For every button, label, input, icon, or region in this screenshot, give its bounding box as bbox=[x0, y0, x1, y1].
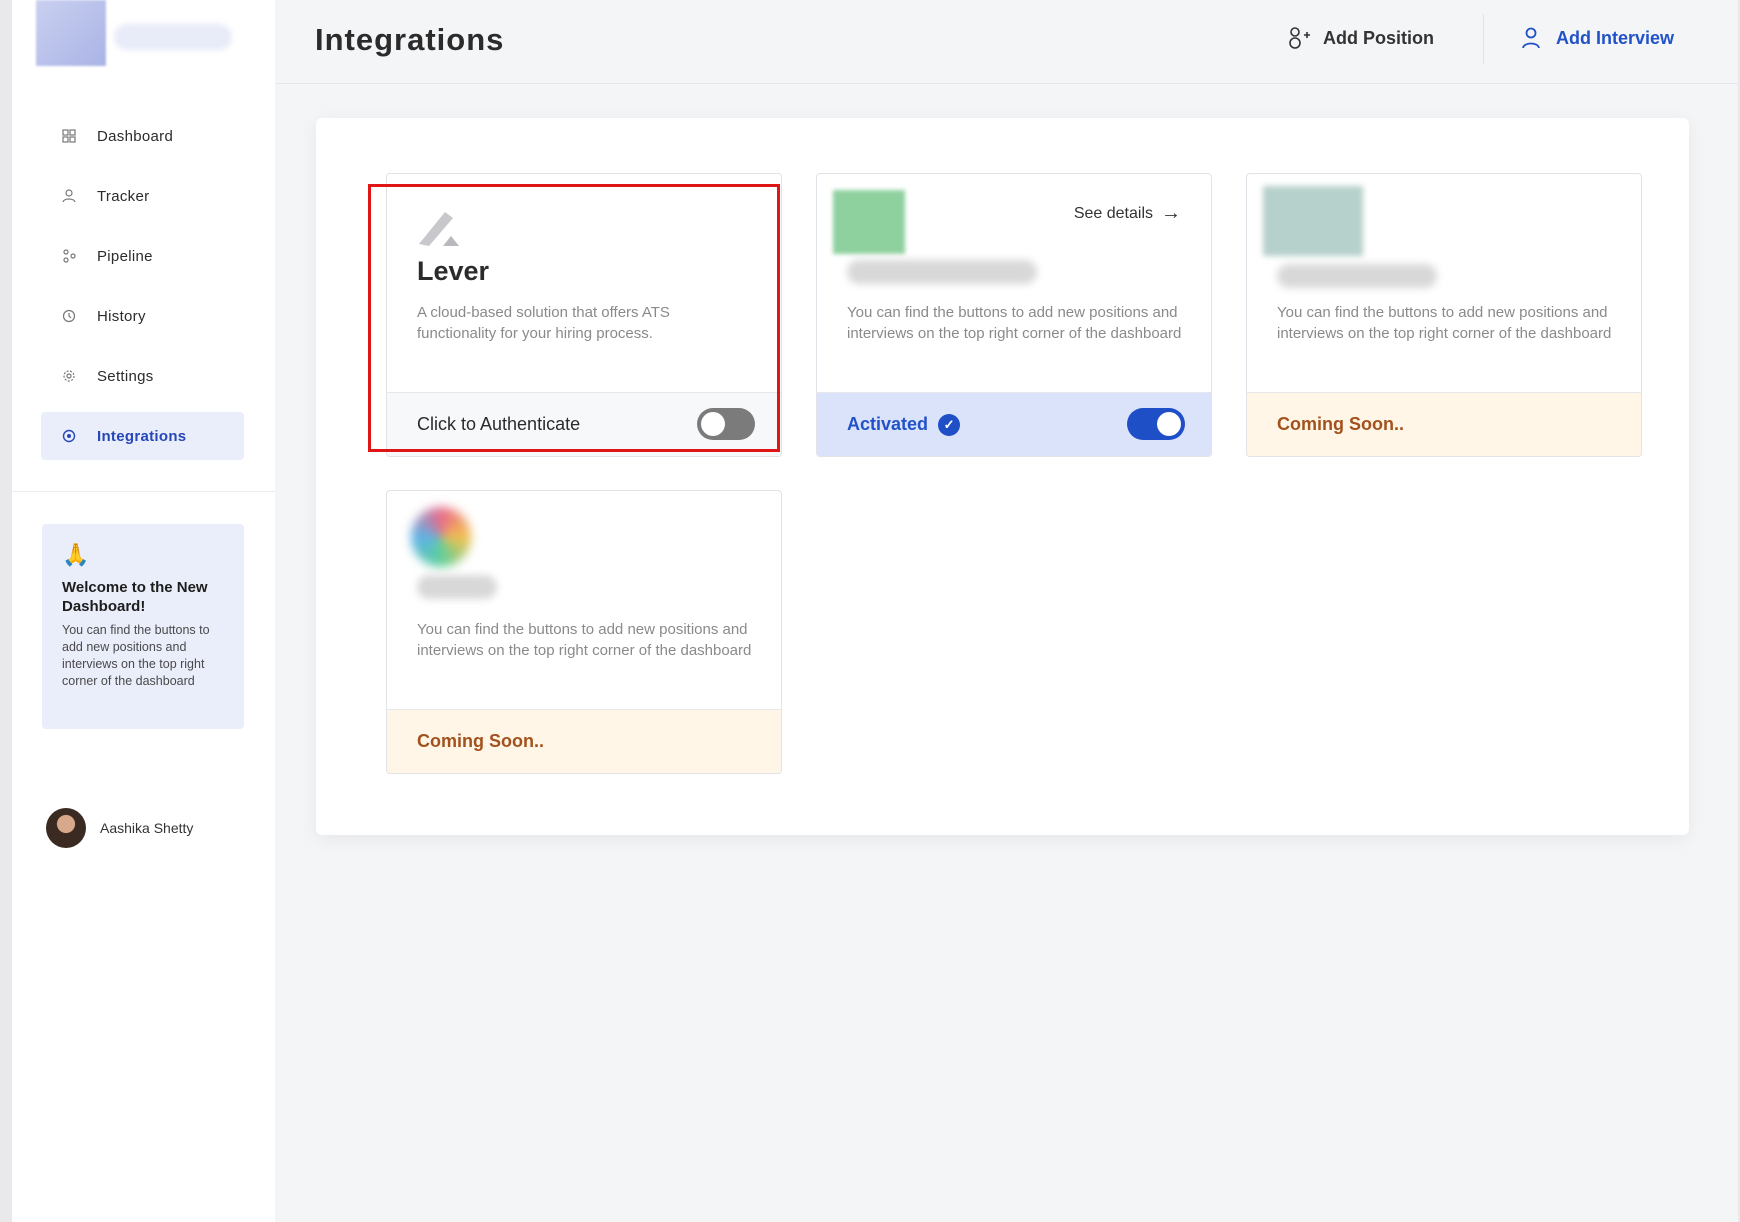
toggle-knob bbox=[1157, 412, 1181, 436]
add-interview-icon bbox=[1520, 26, 1544, 50]
integration-card-2: See details → You can find the buttons t… bbox=[816, 173, 1212, 457]
arrow-right-icon: → bbox=[1161, 202, 1181, 224]
sidebar-item-dashboard[interactable]: Dashboard bbox=[41, 112, 244, 160]
integration-name: Lever bbox=[417, 256, 490, 286]
authenticate-label: Click to Authenticate bbox=[417, 414, 581, 434]
integration-logo bbox=[1263, 186, 1363, 256]
activated-label: Activated bbox=[847, 414, 929, 434]
see-details-label: See details bbox=[1073, 204, 1153, 222]
sidebar-item-settings[interactable]: Settings bbox=[41, 352, 244, 400]
settings-icon bbox=[61, 368, 77, 384]
integration-description: You can find the buttons to add new posi… bbox=[847, 304, 1182, 342]
coming-soon-label: Coming Soon.. bbox=[417, 731, 544, 751]
logo-mark bbox=[36, 0, 106, 66]
card-body: You can find the buttons to add new posi… bbox=[387, 491, 781, 709]
user-name: Aashika Shetty bbox=[100, 820, 194, 836]
coming-soon-label: Coming Soon.. bbox=[1277, 414, 1404, 434]
integration-logo bbox=[833, 190, 905, 254]
lever-toggle[interactable] bbox=[697, 408, 755, 440]
top-header: Integrations Add Position Add Interview bbox=[275, 0, 1738, 84]
integration-card-3: You can find the buttons to add new posi… bbox=[1246, 173, 1642, 457]
sidebar-item-label: Tracker bbox=[97, 187, 150, 205]
lever-logo-icon bbox=[419, 212, 459, 246]
sidebar-item-label: Settings bbox=[97, 367, 154, 385]
verified-check-icon: ✓ bbox=[938, 413, 961, 436]
sidebar-item-history[interactable]: History bbox=[41, 292, 244, 340]
page-title: Integrations bbox=[315, 22, 505, 57]
integration-description: You can find the buttons to add new posi… bbox=[417, 621, 752, 659]
sidebar-item-pipeline[interactable]: Pipeline bbox=[41, 232, 244, 280]
logo[interactable] bbox=[36, 0, 264, 74]
welcome-card: 🙏 Welcome to the New Dashboard! You can … bbox=[42, 524, 244, 729]
welcome-title: Welcome to the New Dashboard! bbox=[62, 579, 208, 615]
add-position-button[interactable]: Add Position bbox=[1287, 26, 1434, 50]
integration-description: You can find the buttons to add new posi… bbox=[1277, 304, 1612, 342]
sidebar-nav: Dashboard Tracker Pipeline History Setti… bbox=[41, 112, 244, 472]
card-body: You can find the buttons to add new posi… bbox=[1247, 174, 1641, 392]
logo-wordmark bbox=[114, 24, 232, 50]
sidebar-item-label: History bbox=[97, 307, 146, 325]
sidebar: Dashboard Tracker Pipeline History Setti… bbox=[12, 0, 275, 1222]
coming-soon-footer: Coming Soon.. bbox=[387, 709, 781, 773]
see-details-link[interactable]: See details → bbox=[1074, 202, 1181, 225]
add-position-label: Add Position bbox=[1323, 27, 1434, 48]
blurred-integration-name bbox=[1277, 264, 1437, 288]
integrations-icon bbox=[61, 428, 77, 444]
integrations-panel: Lever A cloud-based solution that offers… bbox=[316, 118, 1689, 835]
avatar bbox=[46, 808, 86, 848]
coming-soon-footer: Coming Soon.. bbox=[1247, 392, 1641, 456]
integration-toggle[interactable] bbox=[1127, 408, 1185, 440]
authenticate-footer[interactable]: Click to Authenticate bbox=[387, 392, 781, 456]
integration-card-lever: Lever A cloud-based solution that offers… bbox=[386, 173, 782, 457]
blurred-integration-name bbox=[847, 260, 1037, 284]
sidebar-divider bbox=[12, 491, 275, 492]
add-interview-button[interactable]: Add Interview bbox=[1520, 26, 1674, 50]
add-position-icon bbox=[1287, 26, 1311, 50]
add-interview-label: Add Interview bbox=[1556, 27, 1675, 48]
sidebar-item-label: Dashboard bbox=[97, 127, 174, 145]
sidebar-item-integrations[interactable]: Integrations bbox=[41, 412, 244, 460]
user-profile[interactable]: Aashika Shetty bbox=[46, 808, 193, 848]
integration-card-4: You can find the buttons to add new posi… bbox=[386, 490, 782, 774]
blurred-integration-name bbox=[417, 575, 497, 599]
pipeline-icon bbox=[61, 248, 77, 264]
folded-hands-icon: 🙏 bbox=[62, 542, 90, 567]
dashboard-icon bbox=[61, 128, 77, 144]
sidebar-item-label: Integrations bbox=[97, 427, 187, 445]
app-window: Dashboard Tracker Pipeline History Setti… bbox=[12, 0, 1738, 1222]
welcome-text: You can find the buttons to add new posi… bbox=[62, 623, 210, 688]
sidebar-item-tracker[interactable]: Tracker bbox=[41, 172, 244, 220]
tracker-icon bbox=[61, 188, 77, 204]
history-icon bbox=[61, 308, 77, 324]
card-body: See details → You can find the buttons t… bbox=[817, 174, 1211, 392]
header-separator bbox=[1483, 14, 1484, 64]
toggle-knob bbox=[701, 412, 725, 436]
activated-footer: Activated ✓ bbox=[817, 392, 1211, 456]
card-body: Lever A cloud-based solution that offers… bbox=[387, 174, 781, 392]
sidebar-item-label: Pipeline bbox=[97, 247, 153, 265]
integration-description: A cloud-based solution that offers ATS f… bbox=[417, 304, 670, 342]
integration-logo bbox=[411, 507, 471, 567]
